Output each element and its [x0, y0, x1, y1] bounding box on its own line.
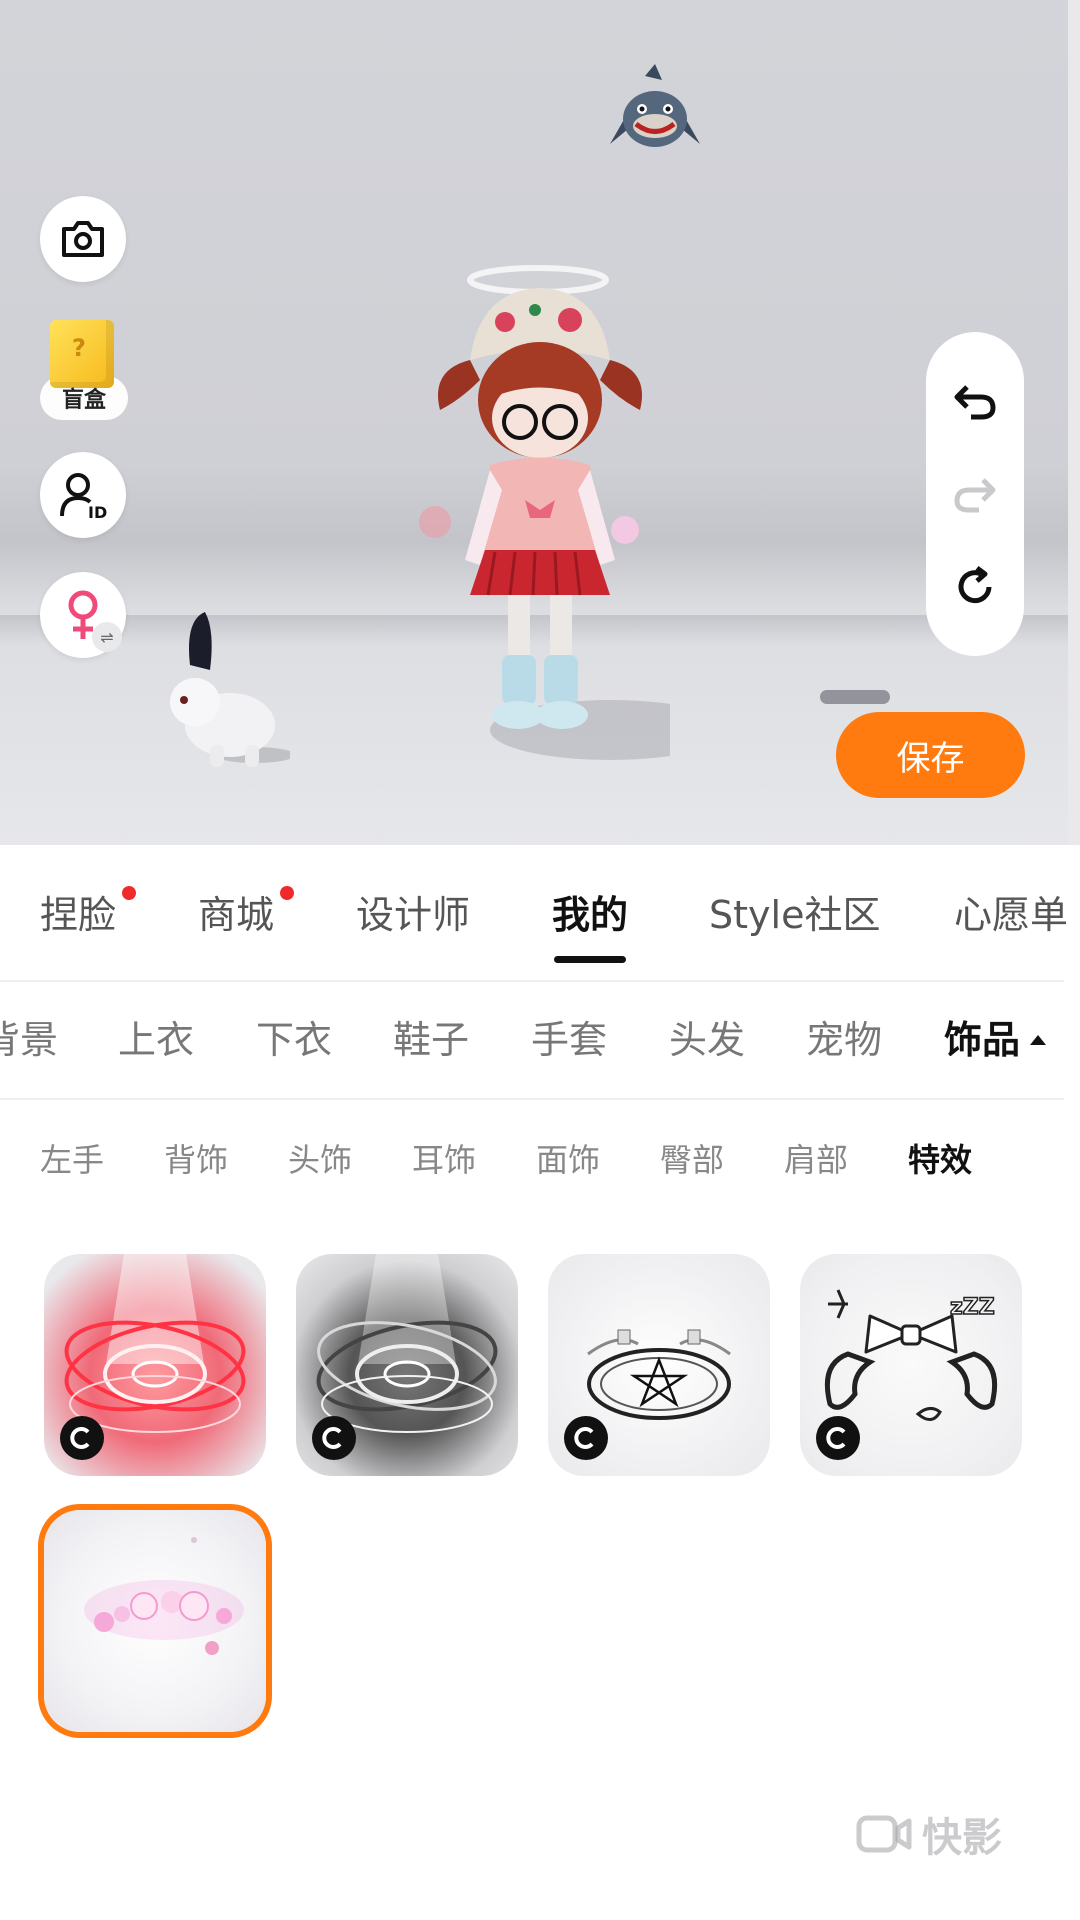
- reset-button[interactable]: [945, 557, 1005, 617]
- tab-mall[interactable]: 商城: [198, 880, 294, 970]
- copyright-badge: [816, 1416, 860, 1460]
- avatar-id-button[interactable]: ID: [40, 452, 126, 538]
- camera-icon: [62, 221, 104, 257]
- tab-mall-label: 商城: [198, 893, 275, 937]
- pink-bubbles-image: [84, 1537, 244, 1655]
- undo-button[interactable]: [945, 371, 1005, 431]
- gender-switch-button[interactable]: ⇌: [40, 572, 126, 658]
- item-pink-bubbles[interactable]: [44, 1510, 266, 1732]
- notification-dot: [280, 886, 294, 900]
- copyright-badge: [60, 1416, 104, 1460]
- category-gloves[interactable]: 手套: [531, 1010, 607, 1070]
- category-pet[interactable]: 宠物: [806, 1010, 882, 1070]
- active-tab-indicator: [554, 956, 626, 963]
- tab-face-label: 捏脸: [40, 893, 117, 937]
- camera-button[interactable]: [40, 196, 126, 282]
- save-button[interactable]: 保存: [836, 712, 1025, 798]
- caret-up-icon: [1030, 1034, 1047, 1045]
- item-bow-sleep[interactable]: zZZ: [800, 1254, 1022, 1476]
- item-pentagram-circle[interactable]: [548, 1254, 770, 1476]
- main-tab-bar: 捏脸 商城 设计师 我的 Style社区 心愿单: [0, 880, 1080, 970]
- category-tab-bar: 背景 上衣 下衣 鞋子 手套 头发 宠物 饰品: [0, 1010, 1064, 1070]
- redo-button[interactable]: [945, 464, 1005, 524]
- svg-text:ID: ID: [88, 503, 107, 520]
- category-hair[interactable]: 头发: [669, 1010, 745, 1070]
- video-camera-icon: [856, 1815, 912, 1853]
- category-top[interactable]: 上衣: [118, 1010, 194, 1070]
- swap-icon: ⇌: [92, 622, 122, 652]
- category-accessory-label: 饰品: [944, 1018, 1021, 1062]
- subtab-back[interactable]: 背饰: [164, 1132, 228, 1188]
- item-red-magic-circle[interactable]: [44, 1254, 266, 1476]
- scene-edge: [1068, 0, 1080, 845]
- tab-designer[interactable]: 设计师: [356, 880, 470, 970]
- item-black-magic-circle[interactable]: [296, 1254, 518, 1476]
- history-panel: [926, 332, 1024, 656]
- copyright-badge: [564, 1416, 608, 1460]
- undo-icon: [954, 384, 996, 420]
- kuaiying-watermark: 快影: [856, 1806, 1030, 1862]
- avatar-scene[interactable]: 盲盒 ID ⇌: [0, 0, 1080, 845]
- subtab-head[interactable]: 头饰: [288, 1132, 352, 1188]
- tab-designer-label: 设计师: [356, 893, 471, 937]
- tab-mine[interactable]: 我的: [552, 880, 628, 970]
- subtab-face[interactable]: 面饰: [536, 1132, 600, 1188]
- copyright-badge: [312, 1416, 356, 1460]
- user-id-icon: ID: [60, 473, 107, 520]
- reset-icon: [958, 566, 992, 604]
- sub-tab-bar: 左手 背饰 头饰 耳饰 面饰 臀部 肩部 特效: [0, 1132, 1064, 1188]
- divider: [0, 980, 1064, 982]
- divider: [0, 1098, 1064, 1100]
- tab-wishlist[interactable]: 心愿单: [954, 880, 1068, 970]
- subtab-effect[interactable]: 特效: [908, 1132, 972, 1188]
- subtab-shoulder[interactable]: 肩部: [784, 1132, 848, 1188]
- category-accessory[interactable]: 饰品: [944, 1010, 1047, 1070]
- floor-shadow: [820, 690, 890, 704]
- tab-face[interactable]: 捏脸: [40, 880, 136, 970]
- tab-style-community[interactable]: Style社区: [709, 880, 880, 970]
- tab-wishlist-label: 心愿单: [954, 893, 1069, 937]
- tab-style-community-label: Style社区: [709, 893, 881, 937]
- blindbox-button[interactable]: 盲盒: [40, 320, 128, 420]
- redo-icon: [954, 478, 996, 513]
- notification-dot: [122, 886, 136, 900]
- watermark-text: 快影: [922, 1815, 1002, 1861]
- category-shoes[interactable]: 鞋子: [393, 1010, 469, 1070]
- c-badge-icon: [322, 1427, 342, 1449]
- c-badge-icon: [574, 1427, 594, 1449]
- subtab-hip[interactable]: 臀部: [660, 1132, 724, 1188]
- subtab-left-hand[interactable]: 左手: [40, 1132, 104, 1188]
- svg-text:zZZ: zZZ: [950, 1295, 995, 1320]
- blindbox-icon: [50, 320, 114, 388]
- tab-mine-label: 我的: [552, 893, 629, 937]
- bunny-pet: [170, 612, 290, 767]
- c-badge-icon: [70, 1427, 90, 1449]
- subtab-ear[interactable]: 耳饰: [412, 1132, 476, 1188]
- avatar-character[interactable]: [410, 260, 670, 790]
- c-badge-icon: [826, 1427, 846, 1449]
- category-bottom[interactable]: 下衣: [256, 1010, 332, 1070]
- category-background[interactable]: 背景: [0, 1010, 58, 1070]
- blindbox-label: 盲盒: [61, 388, 106, 413]
- shark-pet: [610, 64, 700, 147]
